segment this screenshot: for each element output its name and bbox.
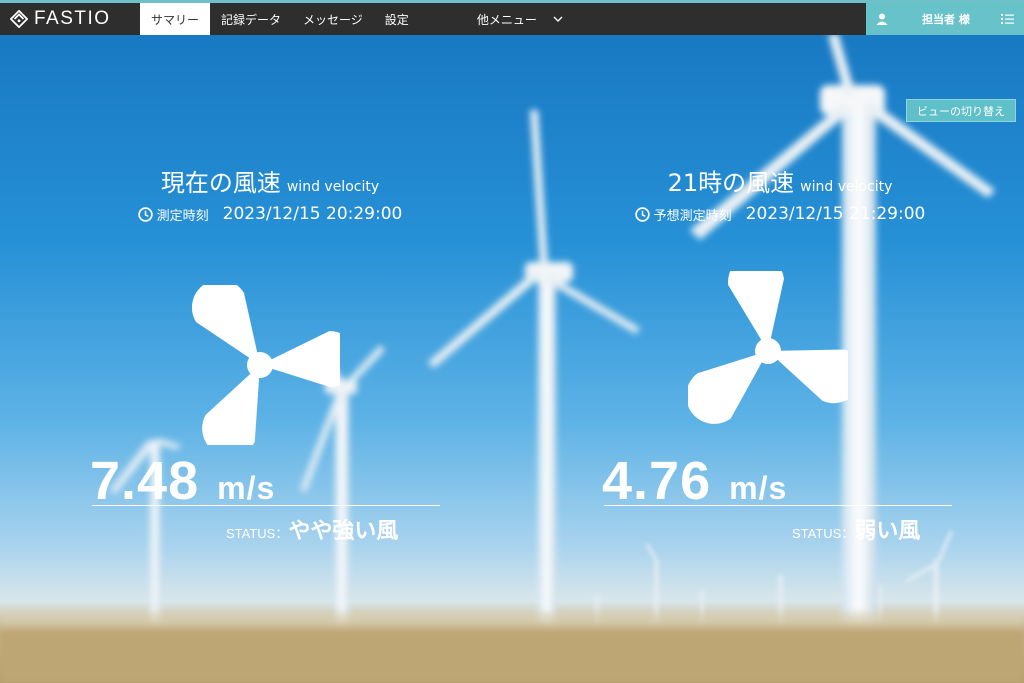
panel-title-sub: wind velocity [800,179,893,195]
wind-turbine-icon [688,271,848,424]
nav-item-settings[interactable]: 設定 [374,3,420,35]
time-label: 測定時刻 [156,208,209,224]
time-label: 予想測定時刻 [653,208,732,224]
wind-farm-illustration [0,33,1024,683]
background-scene [0,0,1024,683]
nav-item-summary[interactable]: サマリー [140,3,211,35]
current-wind-panel: 現在の風速 wind velocity 測定時刻 2023/12/15 20:29… [60,163,480,544]
main-nav: サマリー 記録データ メッセージ 設定 他メニュー [140,3,574,35]
clock-icon [137,206,153,222]
speed-value: 4.76 [602,451,712,511]
nav-item-label: メッセージ [303,12,363,27]
fastio-logo-icon [10,10,28,28]
nav-item-records[interactable]: 記録データ [210,3,292,35]
panel-title-main: 21時の風速 [667,169,795,197]
status-value: 弱い風 [854,519,921,544]
list-icon[interactable] [1001,13,1014,25]
status-value: やや強い風 [288,519,399,544]
speed-value: 7.48 [90,451,200,511]
user-area[interactable]: 担当者 様 [866,3,1024,35]
divider [604,505,952,506]
status-label: STATUS： [792,526,855,541]
user-icon [876,13,888,25]
forecast-time: 予想測定時刻 2023/12/15 21:29:00 [570,204,990,224]
nav-item-messages[interactable]: メッセージ [292,3,374,35]
speed-unit: m/s [217,470,276,506]
nav-item-label: サマリー [151,12,200,27]
status-label: STATUS： [226,526,289,541]
view-toggle-button[interactable]: ビューの切り替え [906,99,1016,122]
wind-speed: 4.76 m/s [602,450,787,512]
panel-title: 現在の風速 wind velocity [60,163,480,198]
clock-icon [634,206,650,222]
wind-status: STATUS： 弱い風 [792,513,920,545]
time-value: 2023/12/15 21:29:00 [745,204,926,224]
measurement-time: 測定時刻 2023/12/15 20:29:00 [60,204,480,224]
other-menu-label: 他メニュー [476,12,537,27]
speed-unit: m/s [729,470,788,506]
brand-name: FASTIO [34,8,111,29]
forecast-wind-panel: 21時の風速 wind velocity 予想測定時刻 2023/12/15 21… [570,163,990,544]
wind-turbine-icon [192,285,340,445]
nav-item-label: 記録データ [221,12,282,27]
panel-title-main: 現在の風速 [160,169,281,197]
nav-item-label: 設定 [384,12,409,27]
wind-status: STATUS： やや強い風 [226,513,398,545]
user-name: 担当者 様 [922,13,970,26]
logo[interactable]: FASTIO [0,3,140,35]
divider [92,505,440,506]
other-menu-dropdown[interactable]: 他メニュー [466,3,574,35]
top-navigation-bar: FASTIO サマリー 記録データ メッセージ 設定 他メニュー 担当者 様 [0,0,1024,35]
panel-title: 21時の風速 wind velocity [570,163,990,198]
chevron-down-icon [553,16,563,22]
panel-title-sub: wind velocity [286,179,380,195]
wind-speed: 7.48 m/s [90,450,275,512]
time-value: 2023/12/15 20:29:00 [222,204,403,224]
